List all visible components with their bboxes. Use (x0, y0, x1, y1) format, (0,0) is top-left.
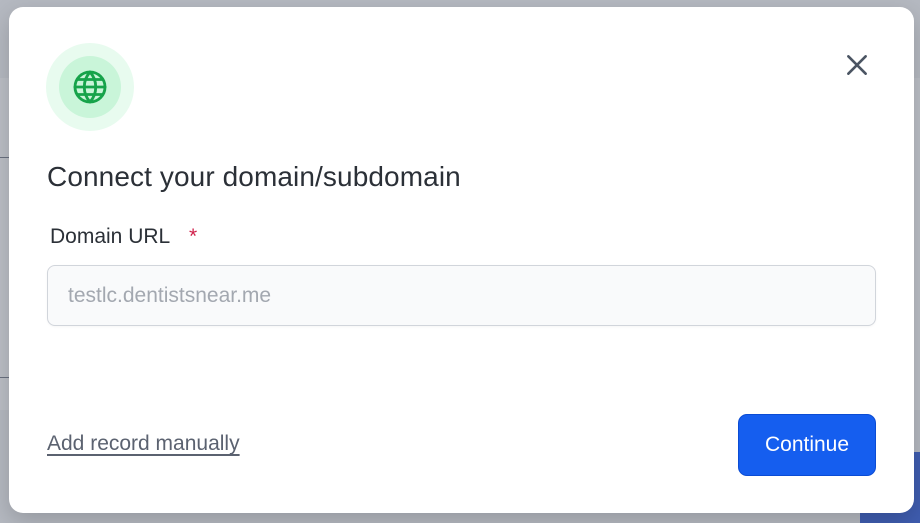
globe-icon-badge (46, 43, 134, 131)
connect-domain-modal: Connect your domain/subdomain Domain URL… (9, 7, 914, 513)
globe-icon (73, 70, 107, 104)
close-icon (847, 55, 867, 75)
domain-url-input[interactable] (47, 265, 876, 326)
continue-button[interactable]: Continue (738, 414, 876, 476)
required-asterisk: * (189, 225, 198, 248)
close-button[interactable] (837, 45, 877, 85)
domain-url-label: Domain URL (50, 225, 171, 248)
add-record-manually-link[interactable]: Add record manually (47, 432, 240, 456)
modal-title: Connect your domain/subdomain (47, 161, 461, 192)
